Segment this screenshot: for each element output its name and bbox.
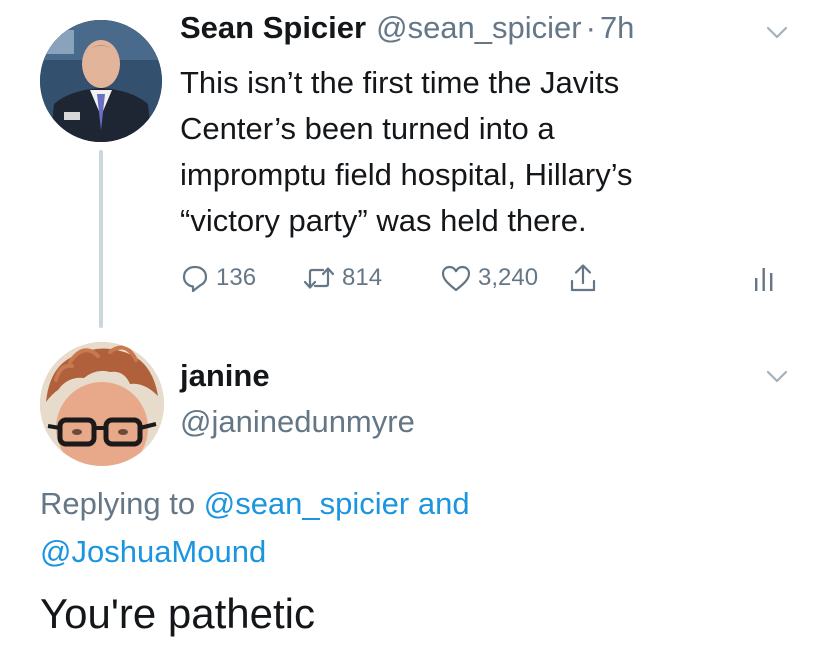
avatar-sean-spicier[interactable] (40, 20, 162, 142)
share-button[interactable] (568, 258, 598, 298)
tweet-text-line: This isn’t the first time the Javits (180, 65, 620, 100)
tweet-header: Sean Spicier @sean_spicier · 7h (180, 10, 634, 58)
display-name[interactable]: Sean Spicier (180, 10, 366, 46)
retweet-count: 814 (342, 264, 383, 291)
tweet-actions: 136 814 3,240 (180, 258, 800, 298)
retweet-icon (302, 263, 336, 293)
tweet-text: This isn’t the first time the Javits Cen… (180, 60, 780, 244)
reply-text: You're pathetic (40, 590, 316, 637)
replying-to-label: Replying to (40, 486, 196, 521)
reply-user-handle[interactable]: @janinedunmyre (180, 404, 415, 440)
avatar-janine[interactable] (40, 342, 164, 466)
timestamp[interactable]: 7h (600, 10, 634, 46)
analytics-icon (752, 262, 776, 294)
like-count: 3,240 (478, 264, 539, 291)
tweet-text-line: impromptu field hospital, Hillary’s (180, 157, 633, 192)
reply-bubble-icon (180, 263, 210, 293)
user-handle[interactable]: @sean_spicier (376, 10, 582, 46)
mention-conjunction[interactable]: and (418, 486, 470, 521)
reply-count: 136 (216, 264, 257, 291)
thread-connector-line (99, 150, 103, 328)
like-button[interactable]: 3,240 (440, 258, 538, 298)
share-icon (568, 262, 598, 294)
mention-link[interactable]: @JoshuaMound (40, 534, 266, 569)
separator-dot: · (585, 10, 596, 45)
replying-to-context: Replying to @sean_spicier and @JoshuaMou… (40, 480, 800, 576)
reply-display-name[interactable]: janine (180, 358, 270, 394)
mention-link[interactable]: @sean_spicier (204, 486, 410, 521)
heart-icon (440, 263, 472, 293)
tweet-thread: Sean Spicier @sean_spicier · 7h This isn… (0, 0, 828, 670)
chevron-down-icon[interactable] (766, 370, 788, 384)
tweet-text-line: “victory party” was held there. (180, 203, 587, 238)
retweet-button[interactable]: 814 (302, 258, 382, 298)
chevron-down-icon[interactable] (766, 26, 788, 40)
reply-button[interactable]: 136 (180, 258, 256, 298)
tweet-text-line: Center’s been turned into a (180, 111, 555, 146)
analytics-button[interactable] (752, 258, 776, 298)
